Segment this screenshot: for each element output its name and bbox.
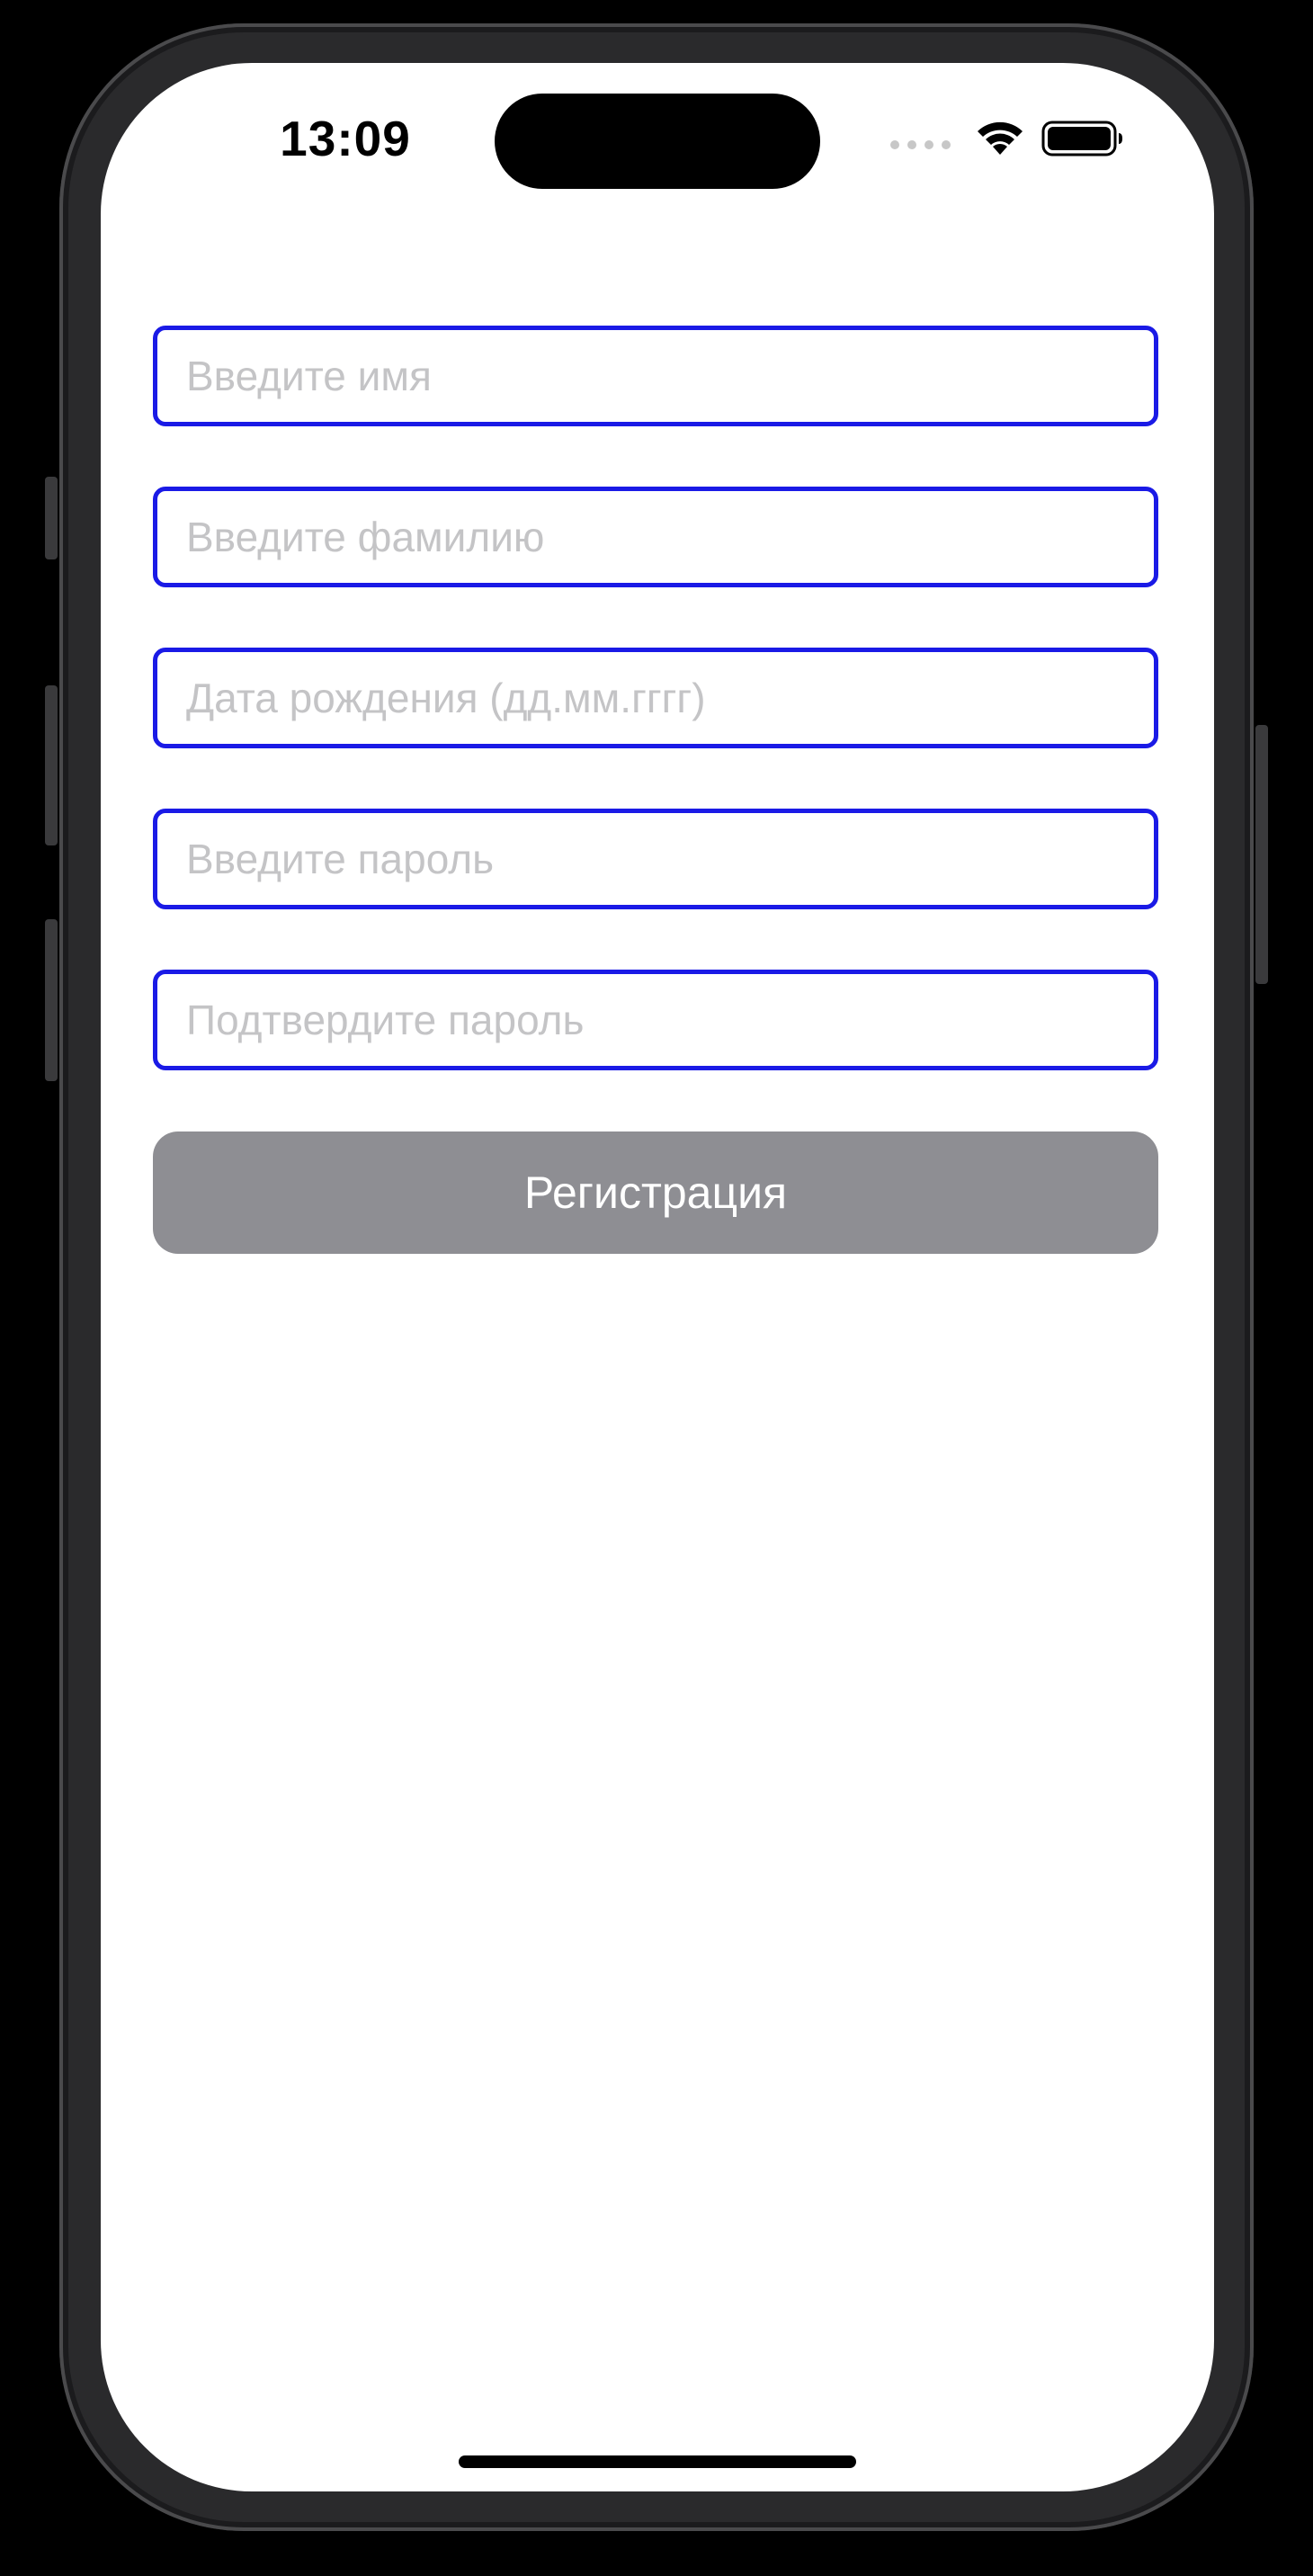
app-screen: 13:09 Введите имя Введите фамилию Дата р… bbox=[101, 63, 1214, 2491]
first-name-input[interactable] bbox=[184, 351, 1127, 401]
confirm-password-field[interactable] bbox=[153, 970, 1158, 1070]
birthdate-field[interactable] bbox=[153, 648, 1158, 748]
power-button bbox=[1255, 725, 1268, 984]
battery-icon bbox=[1041, 121, 1122, 157]
confirm-password-input[interactable] bbox=[184, 995, 1127, 1045]
password-field[interactable] bbox=[153, 809, 1158, 909]
last-name-field[interactable] bbox=[153, 487, 1158, 587]
wifi-icon bbox=[978, 121, 1023, 155]
signal-dots-icon bbox=[890, 140, 953, 149]
birthdate-input[interactable] bbox=[184, 673, 1127, 723]
password-input[interactable] bbox=[184, 834, 1127, 884]
volume-down-button bbox=[45, 919, 58, 1081]
home-indicator[interactable] bbox=[459, 2455, 856, 2468]
device-stage: 13:09 Введите имя Введите фамилию Дата р… bbox=[0, 0, 1313, 2576]
status-time: 13:09 bbox=[280, 111, 411, 166]
last-name-input[interactable] bbox=[184, 512, 1127, 562]
dynamic-island bbox=[495, 94, 820, 189]
status-icons bbox=[890, 115, 1151, 169]
action-button bbox=[45, 477, 58, 559]
first-name-field[interactable] bbox=[153, 326, 1158, 426]
volume-up-button bbox=[45, 685, 58, 845]
register-button[interactable]: Регистрация bbox=[153, 1131, 1158, 1254]
